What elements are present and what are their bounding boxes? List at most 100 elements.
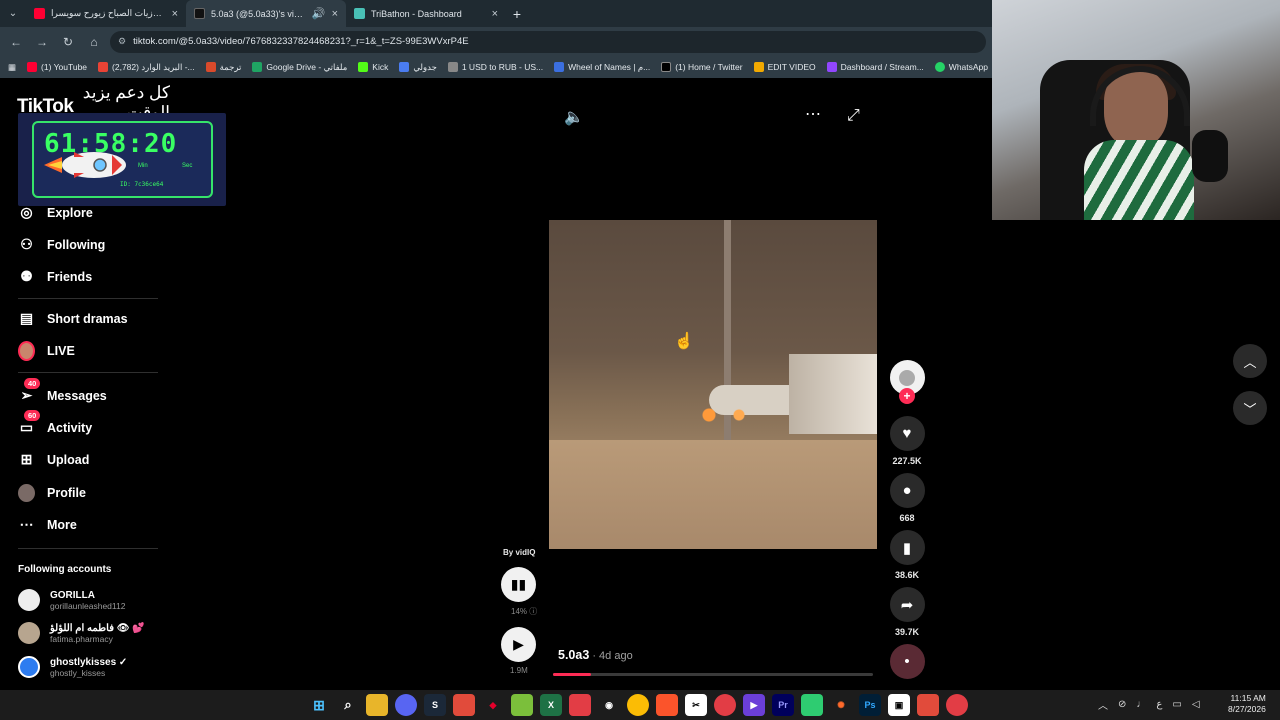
- tiktok-icon: [194, 8, 205, 19]
- site-info-icon[interactable]: ⚙: [118, 36, 126, 47]
- sidebar-item-friends[interactable]: ⚉ Friends: [18, 268, 92, 285]
- sidebar-item-messages[interactable]: ➢ 40 Messages: [18, 378, 107, 404]
- razer-icon[interactable]: ◆: [482, 694, 504, 716]
- more-options-icon[interactable]: ⋯: [805, 104, 821, 124]
- home-icon[interactable]: ⌂: [84, 35, 104, 49]
- follow-plus-icon[interactable]: +: [899, 388, 915, 404]
- creator-avatar-button[interactable]: +: [889, 360, 925, 404]
- following-account[interactable]: ghostlykisses ✓ ghostly_kisses: [18, 656, 127, 678]
- steam-icon[interactable]: S: [424, 694, 446, 716]
- bookmark-icon: [252, 62, 263, 72]
- sidebar-item-explore[interactable]: ◎ Explore: [18, 204, 92, 221]
- bookmark[interactable]: Wheel of Names | م...: [554, 62, 650, 73]
- brave-icon[interactable]: [656, 694, 678, 716]
- search-icon[interactable]: ⌕: [337, 694, 359, 716]
- system-tray: ︿ ⊘ ♩ ع ▭ ◁: [1098, 697, 1200, 712]
- reload-icon[interactable]: ↻: [58, 35, 78, 49]
- mic-icon[interactable]: ♩: [1136, 699, 1146, 710]
- following-account[interactable]: فاطمه ام اللؤلؤ 👁 💕 fatima.pharmacy: [18, 622, 145, 644]
- play-icon: ▶: [513, 636, 524, 652]
- file-explorer-icon[interactable]: [366, 694, 388, 716]
- browser-tab-youtube[interactable]: فيروزيات الصباح زيورح سويسرا .. ×: [26, 0, 186, 27]
- sidebar-item-short-dramas[interactable]: ▤ Short dramas: [18, 310, 128, 327]
- bookmark[interactable]: Dashboard / Stream...: [826, 62, 924, 72]
- display-icon[interactable]: ▭: [1172, 699, 1181, 710]
- address-bar[interactable]: ⚙ tiktok.com/@5.0a33/video/7676832337824…: [110, 30, 986, 53]
- bookmark[interactable]: جدولي: [399, 62, 437, 73]
- info-icon[interactable]: ⓘ: [529, 607, 537, 616]
- following-account[interactable]: GORILLA gorillaunleashed112: [18, 589, 125, 611]
- fullscreen-icon[interactable]: ⤢: [847, 107, 860, 125]
- stats-button[interactable]: ▮▮: [501, 567, 536, 602]
- bookmark[interactable]: (1) YouTube: [27, 62, 87, 72]
- capcut-icon[interactable]: ✂: [685, 694, 707, 716]
- bookmark[interactable]: 1 USD to RUB - US...: [447, 62, 543, 72]
- speaker-icon[interactable]: 🔊: [312, 7, 326, 20]
- bookmark[interactable]: Google Drive - ملفاتي: [252, 62, 347, 73]
- share-button[interactable]: ➦ 39.7K: [889, 587, 925, 637]
- divider: [18, 548, 158, 549]
- close-icon[interactable]: ×: [172, 8, 178, 20]
- back-icon[interactable]: ←: [6, 35, 26, 49]
- next-video-button[interactable]: ﹀: [1233, 391, 1267, 425]
- video-author[interactable]: 5.0a3 · 4d ago: [558, 648, 633, 662]
- app-icon[interactable]: [453, 694, 475, 716]
- app-icon[interactable]: [946, 694, 968, 716]
- app-icon[interactable]: ✺: [830, 694, 852, 716]
- view-count: 1.9M: [510, 666, 528, 675]
- network-off-icon[interactable]: ⊘: [1118, 699, 1126, 710]
- previous-video-button[interactable]: ︿: [1233, 344, 1267, 378]
- sidebar-item-following[interactable]: ⚇ Following: [18, 236, 105, 253]
- bookmark[interactable]: (2,782) البريد الوارد -...: [98, 62, 195, 73]
- video-progress-bar[interactable]: [553, 673, 873, 676]
- volume-icon[interactable]: ◁: [1192, 699, 1200, 710]
- browser-tab-tribathon[interactable]: TriBathon - Dashboard ×: [346, 0, 506, 27]
- chevron-down-icon: ﹀: [1243, 401, 1257, 417]
- bookmark[interactable]: WhatsApp: [934, 62, 988, 72]
- app-icon[interactable]: [511, 694, 533, 716]
- music-disc-icon: •: [889, 644, 925, 679]
- video-player[interactable]: [549, 220, 877, 549]
- windows-start-icon[interactable]: ⊞: [308, 694, 330, 716]
- close-icon[interactable]: ×: [332, 8, 338, 20]
- sidebar-item-more[interactable]: ⋯ More: [18, 516, 77, 533]
- sidebar-item-profile[interactable]: Profile: [18, 483, 86, 502]
- clock[interactable]: 11:15 AM 8/27/2026: [1228, 693, 1266, 715]
- app-icon[interactable]: [714, 694, 736, 716]
- app-icon[interactable]: [917, 694, 939, 716]
- chevron-up-icon: ︿: [1243, 354, 1257, 370]
- sidebar-item-live[interactable]: LIVE: [18, 340, 75, 361]
- forward-icon[interactable]: →: [32, 35, 52, 49]
- account-name: GORILLA: [50, 589, 95, 601]
- apps-icon[interactable]: ▦: [8, 62, 16, 73]
- bookmark[interactable]: EDIT VIDEO: [753, 62, 816, 72]
- bookmark[interactable]: ترجمة: [205, 62, 241, 73]
- close-icon[interactable]: ×: [492, 8, 498, 20]
- obs-icon[interactable]: ◉: [598, 694, 620, 716]
- play-button[interactable]: ▶: [501, 627, 536, 662]
- browser-tab-tiktok[interactable]: 5.0a3 (@5.0a33)'s videos w... 🔊 ×: [186, 0, 346, 27]
- bookmark[interactable]: (1) Home / Twitter: [661, 62, 743, 72]
- volume-icon[interactable]: 🔈: [564, 107, 584, 127]
- photoshop-icon[interactable]: Ps: [859, 694, 881, 716]
- premiere-icon[interactable]: Pr: [772, 694, 794, 716]
- discord-icon[interactable]: [395, 694, 417, 716]
- comment-button[interactable]: ● 668: [889, 473, 925, 523]
- sidebar-item-upload[interactable]: ⊞ Upload: [18, 451, 90, 468]
- chrome-icon[interactable]: [627, 694, 649, 716]
- bookmark[interactable]: Kick: [358, 62, 388, 72]
- sound-disc-button[interactable]: •: [889, 644, 925, 679]
- app-icon[interactable]: ▣: [888, 694, 910, 716]
- app-icon[interactable]: [569, 694, 591, 716]
- app-icon[interactable]: [801, 694, 823, 716]
- language-indicator[interactable]: ع: [1156, 699, 1162, 710]
- like-button[interactable]: ♥ 227.5K: [889, 416, 925, 466]
- tab-search-icon[interactable]: ⌄: [0, 8, 26, 19]
- chevron-up-icon[interactable]: ︿: [1098, 697, 1108, 712]
- save-button[interactable]: ▮ 38.6K: [889, 530, 925, 580]
- bookmark-icon: [826, 62, 837, 72]
- sidebar-item-activity[interactable]: ▭ 60 Activity: [18, 410, 92, 436]
- new-tab-button[interactable]: +: [506, 6, 528, 22]
- media-icon[interactable]: ▶: [743, 694, 765, 716]
- excel-icon[interactable]: X: [540, 694, 562, 716]
